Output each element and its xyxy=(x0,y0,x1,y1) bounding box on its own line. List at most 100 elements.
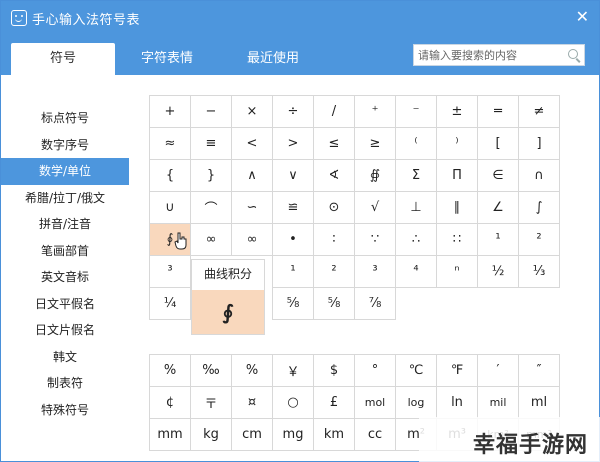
symbol-cell[interactable]: mol xyxy=(354,386,396,419)
symbol-cell[interactable]: ⁴ xyxy=(395,255,437,288)
symbol-cell[interactable]: log xyxy=(395,386,437,419)
symbol-cell[interactable]: ° xyxy=(354,354,396,387)
symbol-cell[interactable]: ¹ xyxy=(477,223,519,256)
symbol-cell[interactable]: ∧ xyxy=(231,159,273,192)
sidebar-item-category[interactable]: 日文平假名 xyxy=(1,291,129,318)
search-icon[interactable] xyxy=(568,49,578,59)
symbol-cell[interactable]: Π xyxy=(436,159,478,192)
sidebar-item-category[interactable]: 特殊符号 xyxy=(1,397,129,424)
symbol-cell[interactable]: ≌ xyxy=(272,191,314,224)
symbol-cell[interactable]: mil xyxy=(477,386,519,419)
symbol-cell[interactable]: ≠ xyxy=(518,95,560,128)
symbol-cell[interactable]: ○ xyxy=(272,386,314,419)
symbol-cell[interactable]: ⌒ xyxy=(190,191,232,224)
symbol-cell[interactable]: ∠ xyxy=(477,191,519,224)
symbol-cell[interactable]: ∫ xyxy=(518,191,560,224)
symbol-cell[interactable]: ‰ xyxy=(190,354,232,387)
symbol-cell[interactable]: ⁿ xyxy=(436,255,478,288)
symbol-cell[interactable]: ≥ xyxy=(354,127,396,160)
tab-emoticons[interactable]: 字符表情 xyxy=(127,43,207,75)
symbol-cell[interactable]: ⁾ xyxy=(436,127,478,160)
symbol-cell[interactable]: ⅓ xyxy=(518,255,560,288)
symbol-cell[interactable]: ⁺ xyxy=(354,95,396,128)
symbol-cell[interactable]: ½ xyxy=(477,255,519,288)
symbol-cell[interactable]: ⁽ xyxy=(395,127,437,160)
symbol-cell[interactable]: ″ xyxy=(518,354,560,387)
symbol-cell[interactable]: kg xyxy=(190,418,232,451)
tab-symbols[interactable]: 符号 xyxy=(11,43,115,75)
symbol-cell[interactable]: ≈ xyxy=(149,127,191,160)
symbol-cell[interactable]: ml xyxy=(518,386,560,419)
symbol-cell[interactable]: ] xyxy=(518,127,560,160)
sidebar-item-category[interactable]: 数字序号 xyxy=(1,132,129,159)
symbol-cell[interactable]: % xyxy=(231,354,273,387)
symbol-cell[interactable]: ∞ xyxy=(190,223,232,256)
symbol-cell[interactable]: ¤ xyxy=(231,386,273,419)
sidebar-item-category[interactable]: 笔画部首 xyxy=(1,238,129,265)
symbol-cell[interactable]: cc xyxy=(354,418,396,451)
symbol-cell[interactable]: ′ xyxy=(477,354,519,387)
symbol-cell[interactable]: √ xyxy=(354,191,396,224)
symbol-cell[interactable]: > xyxy=(272,127,314,160)
symbol-cell[interactable]: ⅝ xyxy=(272,287,314,320)
symbol-cell[interactable]: ln xyxy=(436,386,478,419)
close-icon[interactable]: ✕ xyxy=(576,7,589,27)
symbol-cell[interactable]: ∪ xyxy=(149,191,191,224)
symbol-cell[interactable]: ² xyxy=(518,223,560,256)
symbol-cell[interactable]: − xyxy=(190,95,232,128)
symbol-cell[interactable]: cm xyxy=(231,418,273,451)
symbol-cell[interactable]: ∈ xyxy=(477,159,519,192)
symbol-cell[interactable]: ∵ xyxy=(354,223,396,256)
sidebar-item-category[interactable]: 标点符号 xyxy=(1,105,129,132)
symbol-cell[interactable]: £ xyxy=(313,386,355,419)
symbol-cell[interactable]: ∥ xyxy=(436,191,478,224)
tab-recent[interactable]: 最近使用 xyxy=(233,43,313,75)
symbol-cell[interactable]: ² xyxy=(313,255,355,288)
sidebar-item-category[interactable]: 数学/单位 xyxy=(1,158,129,185)
symbol-cell[interactable]: ∶ xyxy=(313,223,355,256)
symbol-cell[interactable]: ⅞ xyxy=(354,287,396,320)
sidebar-item-category[interactable]: 希腊/拉丁/俄文 xyxy=(1,185,129,212)
symbol-cell[interactable]: • xyxy=(272,223,314,256)
sidebar-item-category[interactable]: 英文音标 xyxy=(1,264,129,291)
symbol-cell[interactable]: $ xyxy=(313,354,355,387)
symbol-cell[interactable]: ÷ xyxy=(272,95,314,128)
sidebar-item-category[interactable]: 拼音/注音 xyxy=(1,211,129,238)
symbol-cell[interactable]: ¢ xyxy=(149,386,191,419)
symbol-cell[interactable]: ∩ xyxy=(518,159,560,192)
symbol-cell[interactable]: < xyxy=(231,127,273,160)
symbol-cell[interactable]: + xyxy=(149,95,191,128)
symbol-cell[interactable]: ⊥ xyxy=(395,191,437,224)
symbol-cell[interactable]: ¹ xyxy=(272,255,314,288)
symbol-cell[interactable]: ∨ xyxy=(272,159,314,192)
symbol-cell[interactable]: ═ xyxy=(477,95,519,128)
symbol-cell[interactable]: ³ xyxy=(149,255,191,288)
symbol-cell[interactable]: ℉ xyxy=(436,354,478,387)
symbol-cell[interactable]: ⁻ xyxy=(395,95,437,128)
symbol-cell[interactable]: ∷ xyxy=(436,223,478,256)
symbol-cell[interactable]: ℃ xyxy=(395,354,437,387)
symbol-cell[interactable]: mm xyxy=(149,418,191,451)
symbol-cell[interactable]: ∞ xyxy=(231,223,273,256)
symbol-cell[interactable]: ∢ xyxy=(313,159,355,192)
symbol-cell[interactable]: % xyxy=(149,354,191,387)
symbol-cell[interactable]: ∴ xyxy=(395,223,437,256)
symbol-cell[interactable]: [ xyxy=(477,127,519,160)
symbol-cell[interactable]: / xyxy=(313,95,355,128)
symbol-cell[interactable]: ¼ xyxy=(149,287,191,320)
sidebar-item-category[interactable]: 韩文 xyxy=(1,344,129,371)
symbol-cell[interactable]: ≡ xyxy=(190,127,232,160)
symbol-cell[interactable]: ⊙ xyxy=(313,191,355,224)
symbol-cell[interactable]: { xyxy=(149,159,191,192)
symbol-cell[interactable]: 〒 xyxy=(190,386,232,419)
symbol-cell[interactable]: × xyxy=(231,95,273,128)
symbol-cell[interactable]: ⅝ xyxy=(313,287,355,320)
symbol-cell[interactable]: ∯ xyxy=(354,159,396,192)
sidebar-item-category[interactable]: 制表符 xyxy=(1,370,129,397)
symbol-cell[interactable]: } xyxy=(190,159,232,192)
symbol-cell[interactable]: ￥ xyxy=(272,354,314,387)
symbol-cell[interactable]: ± xyxy=(436,95,478,128)
sidebar-item-category[interactable]: 日文片假名 xyxy=(1,317,129,344)
symbol-cell[interactable]: ∽ xyxy=(231,191,273,224)
symbol-cell[interactable]: km xyxy=(313,418,355,451)
